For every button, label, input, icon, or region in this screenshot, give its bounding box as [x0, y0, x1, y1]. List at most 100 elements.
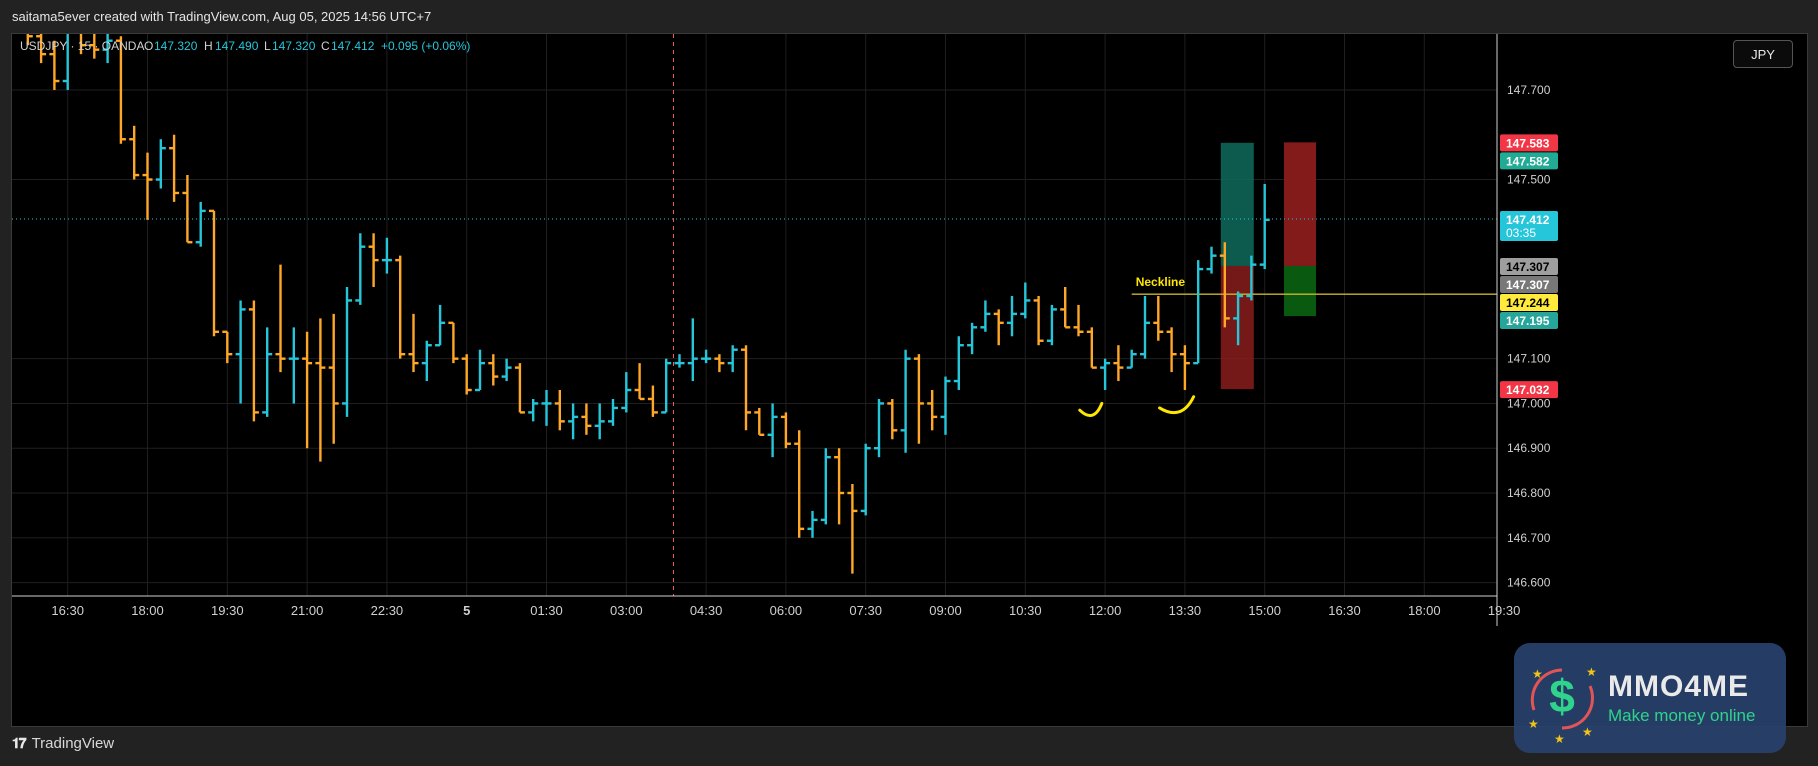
- ohlc-bar: [1193, 260, 1204, 365]
- ohlc-bar: [674, 354, 685, 368]
- ohlc-bar: [647, 385, 658, 417]
- price-label-text: 147.307: [1506, 260, 1550, 274]
- legend-low-label: L: [264, 39, 271, 53]
- ohlc-bar: [621, 372, 632, 413]
- price-chart[interactable]: Neckline 147.700 147.500 147.100 147.000 146…: [12, 34, 1807, 726]
- price-axis-label: 147.582: [1500, 152, 1558, 170]
- brand-name: TradingView: [31, 735, 115, 752]
- symbol-legend: USDJPY · 15 · OANDA O 147.320 H 147.490 …: [20, 39, 470, 53]
- ohlc-bar: [381, 237, 392, 274]
- ohlc-bar: [461, 354, 472, 395]
- ohlc-bar: [155, 139, 166, 189]
- x-tick-label: 06:00: [770, 603, 803, 618]
- watermark-name: MMO4ME: [1608, 670, 1749, 703]
- ohlc-bar: [1179, 345, 1190, 391]
- svg-text:★: ★: [1528, 717, 1539, 731]
- ohlc-bar: [913, 354, 924, 444]
- ohlc-bar: [328, 313, 339, 444]
- ohlc-bar: [1020, 282, 1031, 319]
- watermark-slogan: Make money online: [1608, 706, 1756, 725]
- x-tick-label: 10:30: [1009, 603, 1042, 618]
- price-axis-label: 147.195: [1500, 311, 1558, 329]
- price-axis-label: 147.583: [1500, 134, 1558, 152]
- ohlc-bar: [195, 201, 206, 247]
- ohlc-bar: [342, 287, 352, 417]
- legend-open: 147.320: [154, 39, 198, 53]
- x-tick-label: 19:30: [1488, 603, 1521, 618]
- ohlc-bar: [421, 340, 432, 382]
- svg-text:★: ★: [1582, 725, 1593, 739]
- price-label-text: 147.583: [1506, 136, 1550, 150]
- x-tick-label: 09:00: [929, 603, 962, 618]
- ohlc-bar: [1140, 295, 1150, 359]
- x-tick-label: 16:30: [51, 603, 84, 618]
- ohlc-bar: [129, 125, 140, 180]
- y-tick-label: 147.100: [1507, 352, 1551, 366]
- price-label-text: 147.412: [1506, 213, 1550, 227]
- ohlc-bar: [554, 390, 565, 431]
- ohlc-bar: [687, 318, 698, 382]
- y-tick-label: 147.700: [1507, 83, 1551, 97]
- svg-text:★: ★: [1554, 732, 1565, 746]
- legend-close-label: C: [321, 39, 330, 53]
- x-tick-label: 16:30: [1328, 603, 1361, 618]
- watermark-badge: $ ★ ★ ★ ★ ★ MMO4ME Make money online: [1514, 643, 1786, 753]
- tradingview-brand[interactable]: 𝟏𝟕 TradingView: [12, 735, 114, 752]
- x-tick-label: 07:30: [849, 603, 882, 618]
- ohlc-bar: [634, 363, 645, 401]
- legend-low: 147.320: [272, 39, 316, 53]
- ohlc-bar: [448, 321, 459, 364]
- ohlc-bar: [395, 255, 406, 359]
- ohlc-bar: [594, 403, 605, 440]
- chart-frame[interactable]: Neckline 147.700 147.500 147.100 147.000 146…: [11, 33, 1808, 727]
- ohlc-bar: [581, 403, 592, 435]
- ohlc-bar: [1073, 304, 1084, 337]
- bottom-mark-2: [1158, 395, 1196, 415]
- y-tick-label: 147.000: [1507, 396, 1551, 410]
- y-tick-label: 146.700: [1507, 531, 1551, 545]
- x-tick-label: 21:00: [291, 603, 324, 618]
- svg-text:★: ★: [1586, 665, 1597, 679]
- ohlc-bar: [900, 349, 911, 453]
- ohlc-bar: [847, 484, 858, 574]
- x-tick-label: 15:00: [1248, 603, 1281, 618]
- ohlc-bar: [927, 390, 938, 431]
- ohlc-bar: [209, 209, 219, 337]
- x-tick-label: 13:30: [1169, 603, 1202, 618]
- x-tick-label: 04:30: [690, 603, 723, 618]
- legend-open-label: O: [144, 39, 153, 53]
- ohlc-bar: [408, 313, 419, 373]
- ohlc-bar: [1086, 327, 1097, 369]
- price-axis-label: 147.307: [1500, 275, 1558, 293]
- x-tick-label: 01:30: [530, 603, 563, 618]
- ohlc-bar: [142, 152, 153, 220]
- tradingview-logo-icon: 𝟏𝟕: [12, 735, 27, 751]
- short-target-zone: [1284, 265, 1316, 317]
- ohlc-bar: [1060, 287, 1071, 329]
- y-tick-label: 147.500: [1507, 173, 1551, 187]
- ohlc-bar: [355, 233, 366, 305]
- x-tick-label: 5: [463, 603, 470, 618]
- ohlc-bar: [528, 398, 539, 422]
- annotations: [1078, 395, 1196, 418]
- reference-lines: Neckline: [12, 34, 1497, 596]
- price-axis-label: 147.41203:35: [1500, 210, 1558, 241]
- price-label-text: 147.307: [1506, 278, 1550, 292]
- svg-text:★: ★: [1532, 667, 1543, 681]
- grid: [12, 34, 1497, 596]
- ohlc-bar: [475, 349, 485, 392]
- ohlc-bar: [1153, 295, 1164, 341]
- ohlc-bar: [860, 443, 871, 516]
- axes: 147.700 147.500 147.100 147.000 146.900 146.8…: [12, 34, 1558, 626]
- x-tick-label: 03:00: [610, 603, 643, 618]
- ohlc-bar: [541, 390, 552, 426]
- x-tick-label: 18:00: [1408, 603, 1441, 618]
- x-tick-label: 22:30: [371, 603, 404, 618]
- ohlc-bar: [794, 430, 805, 538]
- ohlc-bar: [1033, 295, 1044, 346]
- ohlc-bar: [514, 363, 525, 414]
- price-label-countdown: 03:35: [1506, 226, 1536, 240]
- currency-button[interactable]: JPY: [1733, 40, 1793, 68]
- ohlc-bar: [288, 327, 299, 404]
- ohlc-bar: [834, 448, 845, 525]
